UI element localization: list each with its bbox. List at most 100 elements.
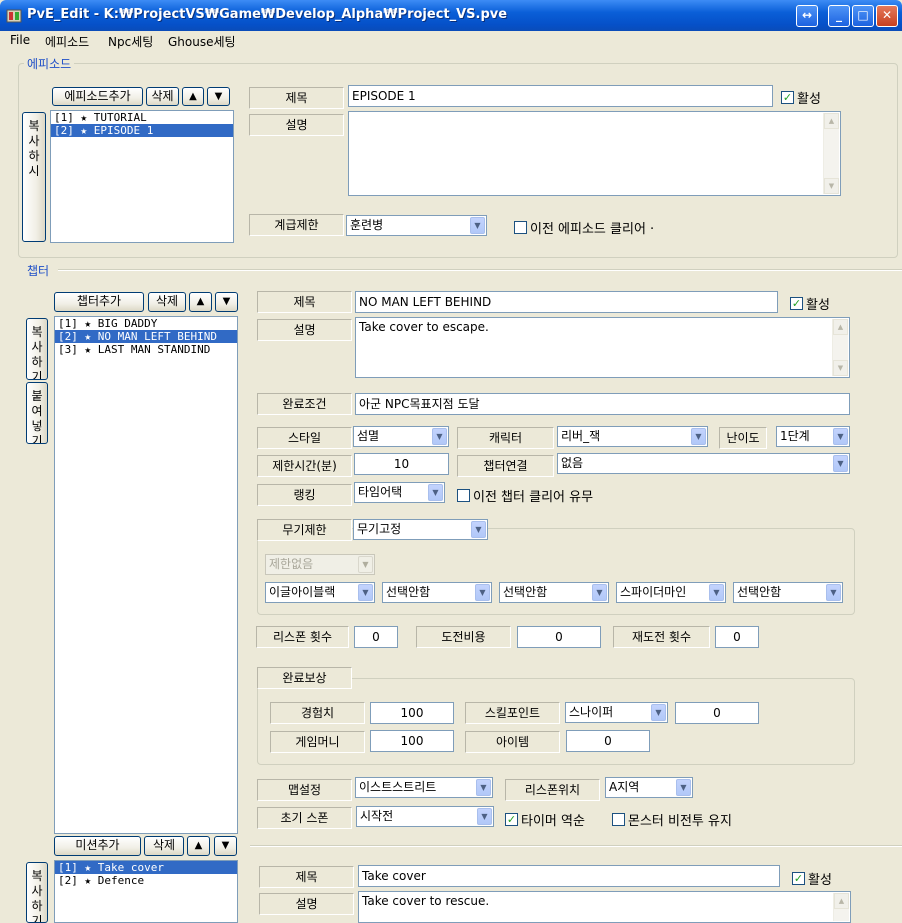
weapon-slot-2-select[interactable]: 선택안함 ▼ [382, 582, 492, 603]
episode-active-checkbox[interactable]: ✓ 활성 [781, 88, 821, 107]
chapter-list-item[interactable]: [1] ★ BIG DADDY [55, 317, 237, 330]
weapon-limit-sub-select: 제한없음 ▼ [265, 554, 375, 575]
episode-list[interactable]: [1] ★ TUTORIAL [2] ★ EPISODE 1 [50, 110, 234, 243]
ranking-select[interactable]: 타임어택 ▼ [354, 482, 445, 503]
chapter-up-button[interactable]: ▲ [189, 292, 212, 312]
chapter-desc-input[interactable]: Take cover to escape. ▲ ▼ [355, 317, 850, 378]
window-title: PvE_Edit - K:₩ProjectVS₩Game₩Develop_Alp… [27, 7, 508, 22]
restore-button[interactable]: ↔ [796, 5, 818, 27]
time-limit-input[interactable]: 10 [354, 453, 449, 475]
map-label: 맵설정 [257, 779, 352, 801]
weapon-limit-value: 무기고정 [357, 522, 402, 536]
scroll-down-icon[interactable]: ▼ [833, 360, 848, 376]
skill-point-input[interactable]: 0 [675, 702, 759, 724]
chevron-down-icon: ▼ [432, 428, 447, 445]
episode-list-item[interactable]: [1] ★ TUTORIAL [51, 111, 233, 124]
episode-down-button[interactable]: ▼ [207, 87, 230, 106]
game-money-input[interactable]: 100 [370, 730, 454, 752]
maximize-button[interactable]: □ [852, 5, 874, 27]
mission-copy-button[interactable]: 복사하기 [26, 862, 48, 923]
weapon-limit-select[interactable]: 무기고정 ▼ [353, 519, 488, 540]
add-chapter-button[interactable]: 챕터추가 [54, 292, 144, 312]
menu-episode[interactable]: 에피소드 [45, 33, 89, 50]
mission-up-button[interactable]: ▲ [187, 836, 210, 856]
delete-episode-button[interactable]: 삭제 [146, 87, 179, 106]
exp-input[interactable]: 100 [370, 702, 454, 724]
episode-up-button[interactable]: ▲ [182, 87, 204, 106]
respawn-pos-select[interactable]: A지역 ▼ [605, 777, 693, 798]
monster-nonbattle-label: 몬스터 비전투 유지 [628, 814, 732, 829]
mission-title-input[interactable]: Take cover [358, 865, 780, 887]
minimize-button[interactable]: _ [828, 5, 850, 27]
mission-list[interactable]: [1] ★ Take cover [2] ★ Defence [54, 860, 238, 923]
respawn-pos-value: A지역 [609, 780, 640, 794]
chapter-copy-button[interactable]: 복사하기 [26, 318, 48, 380]
chapter-list[interactable]: [1] ★ BIG DADDY [2] ★ NO MAN LEFT BEHIND[… [54, 316, 238, 834]
style-value: 섬멸 [357, 429, 380, 443]
chapter-active-checkbox[interactable]: ✓ 활성 [790, 294, 830, 313]
checkbox-empty-icon [612, 813, 625, 826]
delete-chapter-button[interactable]: 삭제 [148, 292, 186, 312]
scroll-down-icon[interactable]: ▼ [824, 178, 839, 194]
chapter-down-button[interactable]: ▼ [215, 292, 238, 312]
game-money-label: 게임머니 [270, 731, 365, 753]
challenge-cost-input[interactable]: 0 [517, 626, 601, 648]
item-input[interactable]: 0 [566, 730, 650, 752]
complete-cond-input[interactable]: 아군 NPC목표지점 도달 [355, 393, 850, 415]
episode-desc-input[interactable]: ▲ ▼ [348, 111, 841, 196]
mission-desc-input[interactable]: Take cover to rescue. ▲ [358, 891, 851, 923]
episode-desc-scrollbar[interactable]: ▲ ▼ [823, 113, 839, 194]
retry-count-input[interactable]: 0 [715, 626, 759, 648]
checkbox-empty-icon [457, 489, 470, 502]
timer-reverse-checkbox[interactable]: ✓ 타이머 역순 [505, 810, 585, 829]
episode-copy-button[interactable]: 복사하시 [22, 112, 46, 242]
scroll-up-icon[interactable]: ▲ [824, 113, 839, 129]
skill-point-class-select[interactable]: 스나이퍼 ▼ [565, 702, 668, 723]
episode-active-check-icon: ✓ [781, 91, 794, 104]
mission-active-label: 활성 [808, 873, 832, 888]
chapter-group-label: 챕터 [24, 262, 53, 279]
mission-list-item[interactable]: [1] ★ Take cover [55, 861, 237, 874]
add-episode-button[interactable]: 에피소드추가 [52, 87, 143, 106]
mission-down-button[interactable]: ▼ [214, 836, 237, 856]
map-select[interactable]: 이스트스트리트 ▼ [355, 777, 493, 798]
style-select[interactable]: 섬멸 ▼ [353, 426, 449, 447]
episode-list-item[interactable]: [2] ★ EPISODE 1 [51, 124, 233, 137]
respawn-count-input[interactable]: 0 [354, 626, 398, 648]
chevron-down-icon: ▼ [709, 584, 724, 601]
scroll-up-icon[interactable]: ▲ [833, 319, 848, 335]
mission-active-checkbox[interactable]: ✓ 활성 [792, 869, 832, 888]
ranking-value: 타임어택 [358, 485, 403, 499]
episode-title-input[interactable]: EPISODE 1 [348, 85, 773, 107]
chapter-link-select[interactable]: 없음 ▼ [557, 453, 850, 474]
chapter-paste-button[interactable]: 붙여넣기 [26, 382, 48, 444]
chevron-down-icon: ▼ [826, 584, 841, 601]
weapon-slot-3-select[interactable]: 선택안함 ▼ [499, 582, 609, 603]
scroll-up-icon[interactable]: ▲ [834, 893, 849, 909]
weapon-slot-5-select[interactable]: 선택안함 ▼ [733, 582, 843, 603]
prev-episode-clear-checkbox[interactable]: 이전 에피소드 클리어 · [514, 218, 654, 237]
mission-list-item[interactable]: [2] ★ Defence [55, 874, 237, 887]
chapter-desc-scrollbar[interactable]: ▲ ▼ [832, 319, 848, 376]
chapter-title-input[interactable]: NO MAN LEFT BEHIND [355, 291, 778, 313]
delete-mission-button[interactable]: 삭제 [144, 836, 184, 856]
monster-nonbattle-checkbox[interactable]: 몬스터 비전투 유지 [612, 810, 732, 829]
rank-limit-select[interactable]: 훈련병 ▼ [346, 215, 487, 236]
init-spawn-select[interactable]: 시작전 ▼ [356, 806, 494, 827]
menu-ghouse[interactable]: Ghouse세팅 [168, 33, 236, 50]
menu-file[interactable]: File [10, 33, 30, 47]
weapon-slot-4-select[interactable]: 스파이더마인 ▼ [616, 582, 726, 603]
menu-npc[interactable]: Npc세팅 [108, 33, 153, 50]
mission-desc-scrollbar[interactable]: ▲ [833, 893, 849, 921]
episode-group-label: 에피소드 [24, 55, 75, 72]
title-bar[interactable]: PvE_Edit - K:₩ProjectVS₩Game₩Develop_Alp… [0, 0, 902, 31]
difficulty-select[interactable]: 1단계 ▼ [776, 426, 850, 447]
prev-chapter-clear-checkbox[interactable]: 이전 챕터 클리어 유무 [457, 486, 593, 505]
weapon-slot-1-select[interactable]: 이글아이블랙 ▼ [265, 582, 375, 603]
character-select[interactable]: 리버_잭 ▼ [557, 426, 708, 447]
chapter-list-item[interactable]: [3] ★ LAST MAN STANDIND [55, 343, 237, 356]
add-mission-button[interactable]: 미션추가 [54, 836, 141, 856]
mission-desc-text: Take cover to rescue. [362, 894, 490, 908]
close-button[interactable]: ✕ [876, 5, 898, 27]
chapter-list-item[interactable]: [2] ★ NO MAN LEFT BEHIND [55, 330, 237, 343]
